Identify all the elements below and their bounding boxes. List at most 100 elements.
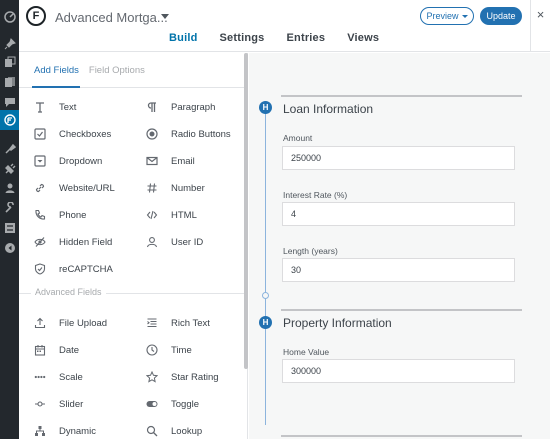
amount-input[interactable]: 250000 [282, 146, 515, 170]
tab-field-options[interactable]: Field Options [89, 65, 145, 76]
users-icon[interactable] [3, 181, 16, 194]
builder-header: F Advanced Mortga... Build Settings Entr… [19, 0, 550, 52]
field-label-amount: Amount [283, 133, 313, 143]
eye-slash-icon [33, 235, 47, 249]
field-email[interactable]: Email [145, 154, 195, 168]
field-website-url[interactable]: Website/URL [33, 181, 115, 195]
section-title[interactable]: Loan Information [283, 102, 373, 116]
media-icon[interactable] [3, 55, 16, 68]
field-text[interactable]: Text [33, 100, 76, 114]
field-hidden-field[interactable]: Hidden Field [33, 235, 112, 249]
caret-down-icon [461, 14, 468, 18]
field-paragraph[interactable]: Paragraph [145, 100, 215, 114]
field-label-length: Length (years) [283, 246, 338, 256]
length-input[interactable]: 30 [282, 258, 515, 282]
field-label: reCAPTCHA [59, 263, 113, 275]
field-user-id[interactable]: User ID [145, 235, 203, 249]
field-label: Time [171, 344, 192, 356]
field-label: Email [171, 155, 195, 167]
builder-tabs: Build Settings Entries Views [169, 32, 401, 44]
tab-entries[interactable]: Entries [287, 32, 326, 44]
field-label: Star Rating [171, 371, 219, 383]
settings-icon[interactable] [3, 221, 16, 234]
slider-icon [33, 397, 47, 411]
field-label: Hidden Field [59, 236, 113, 248]
comments-icon[interactable] [3, 95, 16, 108]
active-tab-indicator [32, 86, 80, 88]
interest-rate-input[interactable]: 4 [282, 202, 515, 226]
heading-badge-icon: H [259, 101, 272, 114]
formidable-forms-icon[interactable] [0, 110, 24, 130]
field-label: Date [59, 344, 80, 356]
scale-icon [33, 370, 47, 384]
plugins-icon[interactable] [3, 162, 16, 175]
heading-badge-icon: H [259, 316, 272, 329]
field-label: Dropdown [59, 155, 103, 167]
field-rich-text[interactable]: Rich Text [145, 316, 210, 330]
field-label: Slider [59, 398, 84, 410]
field-toggle[interactable]: Toggle [145, 397, 199, 411]
tab-settings[interactable]: Settings [220, 32, 265, 44]
field-slider[interactable]: Slider [33, 397, 83, 411]
field-star-rating[interactable]: Star Rating [145, 370, 219, 384]
section-end-dot [262, 292, 269, 299]
dynamic-icon [33, 424, 47, 438]
radio-icon [145, 127, 159, 141]
dashboard-icon[interactable] [3, 10, 16, 23]
phone-icon [33, 208, 47, 222]
section-divider [281, 95, 522, 97]
appearance-icon[interactable] [3, 142, 16, 155]
field-dynamic[interactable]: Dynamic [33, 424, 96, 438]
form-canvas: H Loan Information Amount 250000 Interes… [249, 53, 550, 439]
tab-views[interactable]: Views [347, 32, 379, 44]
section-label: Advanced Fields [35, 287, 102, 297]
field-label: Rich Text [171, 317, 210, 329]
section-divider [281, 435, 522, 437]
form-title[interactable]: Advanced Mortga... [55, 10, 168, 25]
preview-label: Preview [426, 11, 459, 21]
field-lookup[interactable]: Lookup [145, 424, 202, 438]
search-icon [145, 424, 159, 438]
tab-add-fields[interactable]: Add Fields [34, 65, 79, 76]
panel-scrollbar[interactable] [244, 53, 248, 369]
field-label: User ID [171, 236, 204, 248]
home-value-input[interactable]: 300000 [282, 359, 515, 383]
field-number[interactable]: Number [145, 181, 205, 195]
field-phone[interactable]: Phone [33, 208, 86, 222]
email-icon [145, 154, 159, 168]
field-label: Radio Buttons [171, 128, 231, 140]
field-html[interactable]: HTML [145, 208, 197, 222]
preview-button[interactable]: Preview [420, 7, 474, 25]
section-divider [281, 309, 522, 311]
field-checkboxes[interactable]: Checkboxes [33, 127, 111, 141]
field-label: HTML [171, 209, 197, 221]
close-icon[interactable]: × [530, 0, 550, 52]
calendar-icon [33, 343, 47, 357]
field-file-upload[interactable]: File Upload [33, 316, 107, 330]
section-title[interactable]: Property Information [283, 316, 392, 330]
field-label: Paragraph [171, 101, 216, 113]
formidable-logo-icon[interactable]: F [26, 6, 46, 26]
chevron-down-icon[interactable] [161, 14, 169, 19]
advanced-fields-header: Advanced Fields [19, 287, 247, 299]
field-dropdown[interactable]: Dropdown [33, 154, 102, 168]
field-label: Website/URL [59, 182, 115, 194]
collapse-menu-icon[interactable] [3, 241, 16, 254]
tab-build[interactable]: Build [169, 32, 198, 44]
update-button[interactable]: Update [480, 7, 522, 25]
dropdown-icon [33, 154, 47, 168]
toggle-icon [145, 397, 159, 411]
field-date[interactable]: Date [33, 343, 79, 357]
paragraph-icon [145, 100, 159, 114]
pin-icon[interactable] [3, 37, 16, 50]
divider [19, 293, 31, 294]
field-radio-buttons[interactable]: Radio Buttons [145, 127, 231, 141]
field-scale[interactable]: Scale [33, 370, 83, 384]
field-recaptcha[interactable]: reCAPTCHA [33, 262, 113, 276]
tools-icon[interactable] [3, 201, 16, 214]
pages-icon[interactable] [3, 75, 16, 88]
link-icon [33, 181, 47, 195]
divider [106, 293, 247, 294]
field-time[interactable]: Time [145, 343, 192, 357]
field-label: File Upload [59, 317, 108, 329]
